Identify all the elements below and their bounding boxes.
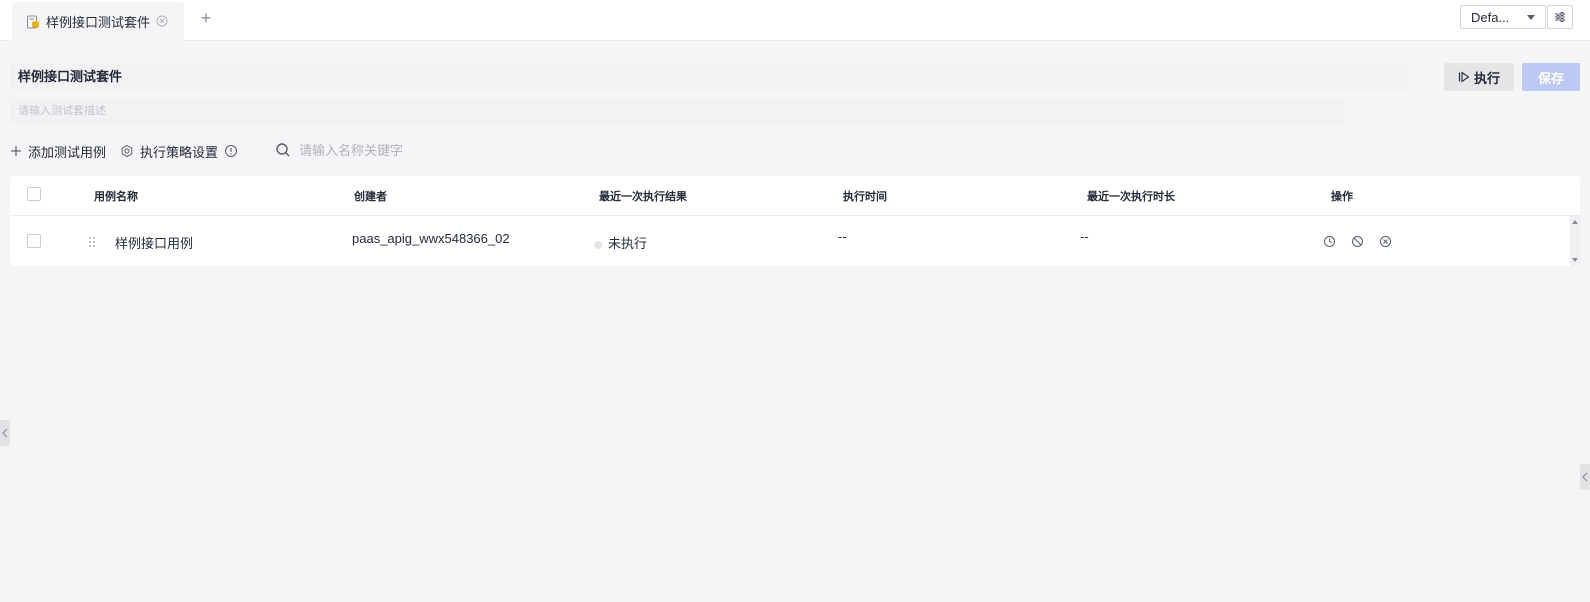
add-test-case-label: 添加测试用例: [28, 144, 107, 160]
left-panel-toggle[interactable]: [0, 420, 10, 446]
plus-icon: [10, 145, 22, 157]
suite-description-input[interactable]: [10, 98, 1344, 124]
chevron-down-icon: [1527, 15, 1535, 20]
play-outline-icon: [1458, 71, 1470, 83]
close-circle-icon[interactable]: [1378, 234, 1392, 248]
environment-selected-value: Defa...: [1471, 9, 1510, 25]
run-button-label: 执行: [1473, 70, 1500, 86]
execution-strategy-button[interactable]: 执行策略设置: [120, 140, 238, 162]
column-header-exec-time: 执行时间: [843, 191, 887, 203]
ban-icon[interactable]: [1350, 234, 1364, 248]
column-header-actions: 操作: [1331, 191, 1353, 203]
test-case-table: 用例名称 创建者 最近一次执行结果 执行时间 最近一次执行时长 操作 样例接口用…: [10, 176, 1580, 266]
scroll-down-arrow-icon[interactable]: [1572, 258, 1578, 262]
status-dot: [594, 240, 602, 249]
execution-strategy-label: 执行策略设置: [140, 144, 219, 160]
table-header: 用例名称 创建者 最近一次执行结果 执行时间 最近一次执行时长 操作: [10, 176, 1580, 216]
gear-icon: [120, 144, 134, 158]
search-input[interactable]: [299, 142, 619, 158]
table-scrollbar[interactable]: [1570, 216, 1580, 266]
search-icon: [275, 142, 291, 158]
column-header-last-result: 最近一次执行结果: [599, 191, 687, 203]
select-all-checkbox[interactable]: [27, 187, 41, 201]
case-name[interactable]: 样例接口用例: [115, 233, 193, 252]
close-circle-icon[interactable]: [156, 15, 168, 27]
scroll-up-arrow-icon[interactable]: [1572, 220, 1578, 224]
toolbar: 添加测试用例 执行策略设置: [10, 137, 910, 163]
environment-settings-button[interactable]: [1547, 5, 1573, 29]
file-api-icon: [26, 15, 40, 29]
tab-bar: 样例接口测试套件 + Defa...: [0, 0, 1590, 41]
chevron-left-icon: [1582, 472, 1588, 482]
case-creator: paas_apig_wwx548366_02: [352, 231, 510, 246]
case-duration: --: [1080, 229, 1089, 244]
tab-suite[interactable]: 样例接口测试套件: [12, 2, 184, 41]
search-box[interactable]: [267, 137, 633, 163]
add-test-case-button[interactable]: 添加测试用例: [10, 140, 106, 162]
column-header-name: 用例名称: [94, 191, 138, 203]
column-header-creator: 创建者: [354, 191, 387, 203]
chevron-left-icon: [2, 428, 8, 438]
tab-label: 样例接口测试套件: [46, 15, 151, 30]
case-result: 未执行: [594, 233, 647, 252]
column-header-last-duration: 最近一次执行时长: [1087, 191, 1175, 203]
drag-handle-icon[interactable]: [88, 235, 96, 249]
add-tab-button[interactable]: +: [198, 8, 214, 28]
environment-select[interactable]: Defa...: [1460, 5, 1546, 29]
sliders-icon: [1553, 10, 1567, 24]
run-button[interactable]: 执行: [1444, 63, 1514, 91]
suite-title[interactable]: 样例接口测试套件: [10, 64, 1408, 90]
case-exec-time: --: [838, 229, 847, 244]
info-circle-icon[interactable]: [224, 144, 238, 158]
right-panel-toggle[interactable]: [1580, 464, 1590, 490]
clock-icon[interactable]: [1322, 234, 1336, 248]
table-row[interactable]: 样例接口用例 paas_apig_wwx548366_02 未执行 -- --: [10, 216, 1570, 266]
row-checkbox[interactable]: [27, 234, 41, 248]
save-button[interactable]: 保存: [1522, 63, 1580, 91]
case-result-label: 未执行: [608, 236, 648, 251]
